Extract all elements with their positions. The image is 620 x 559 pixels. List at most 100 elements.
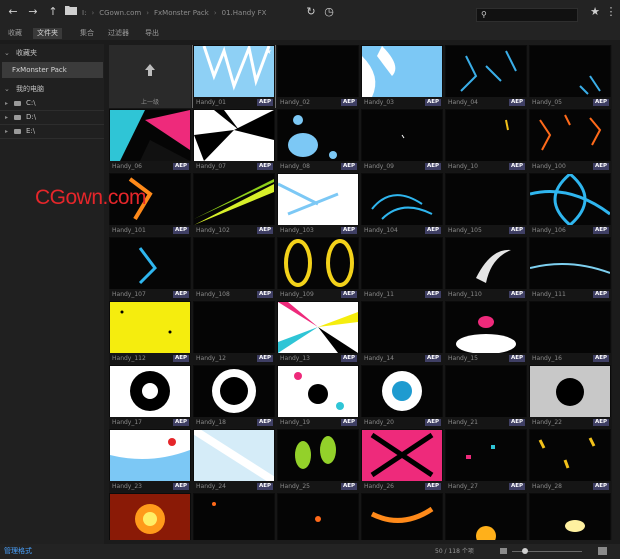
parent-folder-cell[interactable]: 上一级 [109,45,191,108]
thumbnail-caption: Handy_27 AEP [445,481,527,492]
computer-section-header[interactable]: ⌄ 我的电脑 [0,82,104,96]
asset-thumbnail[interactable]: Handy_103 AEP [276,172,360,237]
asset-thumbnail[interactable]: Handy_19 AEP [276,364,360,429]
tab-favorites[interactable]: 收藏 [4,28,26,39]
asset-thumbnail[interactable] [109,492,192,540]
drive-label: C:\ [26,99,36,107]
asset-thumbnail[interactable]: Handy_21 AEP [444,364,528,429]
asset-name: Handy_06 [112,163,142,170]
aep-badge: AEP [340,163,357,170]
asset-thumbnail[interactable]: Handy_22 AEP [528,364,612,429]
asset-thumbnail[interactable]: Handy_26 AEP [360,428,444,493]
star-icon[interactable]: ★ [588,5,602,19]
asset-thumbnail[interactable]: Handy_09 AEP [360,108,444,173]
asset-thumbnail[interactable]: Handy_100 AEP [528,108,612,173]
refresh-icon[interactable]: ↻ [304,5,318,19]
asset-thumbnail[interactable]: Handy_27 AEP [444,428,528,493]
thumbnail-caption: Handy_03 AEP [361,97,443,108]
asset-thumbnail[interactable]: Handy_111 AEP [528,236,612,301]
asset-thumbnail[interactable]: Handy_06 AEP [109,108,192,173]
breadcrumb-item[interactable]: FxMonster Pack [154,9,209,17]
asset-name: Handy_09 [364,163,394,170]
asset-thumbnail[interactable]: Handy_28 AEP [528,428,612,493]
aep-badge: AEP [172,227,189,234]
tab-export[interactable]: 导出 [141,28,163,39]
breadcrumb-item[interactable]: 01.Handy FX [222,9,267,17]
back-arrow-icon[interactable]: ← [6,5,20,19]
recent-clock-icon[interactable]: ◷ [322,5,336,19]
thumbnail-caption: Handy_25 AEP [277,481,359,492]
drive-item-d[interactable]: ▸ D:\ [0,111,104,125]
asset-thumbnail[interactable]: Handy_03 AEP [360,45,444,109]
thumbnail-image [194,238,274,289]
asset-thumbnail[interactable]: Handy_109 AEP [276,236,360,301]
asset-thumbnail[interactable]: ★ Handy_01 AEP [192,45,276,109]
asset-thumbnail[interactable]: Handy_23 AEP [109,428,192,493]
favorite-item-fxmonster[interactable]: FxMonster Pack [2,62,103,78]
asset-name: Handy_102 [196,227,230,234]
breadcrumb-item[interactable]: I: [82,9,86,17]
asset-thumbnail[interactable]: Handy_25 AEP [276,428,360,493]
manage-formats-link[interactable]: 管理格式 [4,547,32,556]
forward-arrow-icon[interactable]: → [26,5,40,19]
asset-name: Handy_101 [112,227,146,234]
asset-thumbnail[interactable]: Handy_14 AEP [360,300,444,365]
expand-triangle-icon[interactable]: ▸ [5,111,8,124]
tab-filters[interactable]: 过滤器 [104,28,133,39]
asset-thumbnail[interactable]: Handy_15 AEP [444,300,528,365]
breadcrumb-item[interactable]: CGown.com [99,9,141,17]
asset-thumbnail[interactable] [444,492,528,540]
sidebar: ⌄ 收藏夹 FxMonster Pack ⌄ 我的电脑 ▸ C:\ ▸ D:\ … [0,44,104,544]
asset-thumbnail[interactable] [192,492,276,540]
asset-thumbnail[interactable]: Handy_112 AEP [109,300,192,365]
drive-item-e[interactable]: ▸ E:\ [0,125,104,139]
asset-thumbnail[interactable]: Handy_11 AEP [360,236,444,301]
asset-thumbnail[interactable]: Handy_104 AEP [360,172,444,237]
drive-item-c[interactable]: ▸ C:\ [0,97,104,111]
aep-badge: AEP [424,99,441,106]
folder-icon[interactable] [64,5,78,19]
asset-thumbnail[interactable]: Handy_110 AEP [444,236,528,301]
more-menu-icon[interactable]: ⋮ [604,5,618,19]
asset-thumbnail[interactable]: Handy_106 AEP [528,172,612,237]
slider-handle[interactable] [522,548,528,554]
asset-thumbnail[interactable]: Handy_13 AEP [276,300,360,365]
search-input[interactable]: ⚲ [476,8,578,22]
asset-thumbnail[interactable]: Handy_20 AEP [360,364,444,429]
asset-thumbnail[interactable]: Handy_12 AEP [192,300,276,365]
aep-badge: AEP [424,163,441,170]
asset-thumbnail[interactable]: Handy_24 AEP [192,428,276,493]
expand-triangle-icon[interactable]: ▸ [5,97,8,110]
asset-thumbnail[interactable]: Handy_04 AEP [444,45,528,109]
aep-badge: AEP [172,483,189,490]
asset-thumbnail[interactable]: Handy_108 AEP [192,236,276,301]
expand-triangle-icon[interactable]: ▸ [5,125,8,138]
asset-name: Handy_24 [196,483,226,490]
aep-badge: AEP [340,291,357,298]
favorite-star-icon[interactable]: ★ [265,47,272,56]
asset-thumbnail[interactable] [276,492,360,540]
thumbnail-caption: Handy_110 AEP [445,289,527,300]
asset-thumbnail[interactable]: Handy_10 AEP [444,108,528,173]
tab-folders[interactable]: 文件夹 [33,28,62,39]
small-thumbnails-icon[interactable] [500,548,507,554]
tab-collections[interactable]: 集合 [76,28,98,39]
asset-thumbnail[interactable] [360,492,444,540]
asset-thumbnail[interactable]: Handy_107 AEP [109,236,192,301]
asset-thumbnail[interactable] [528,492,612,540]
large-thumbnails-icon[interactable] [598,547,607,555]
asset-thumbnail[interactable]: Handy_02 AEP [276,45,360,109]
asset-thumbnail[interactable]: Handy_05 AEP [528,45,612,109]
watermark-text: CGown.com [35,186,147,209]
asset-thumbnail[interactable]: Handy_07 AEP [192,108,276,173]
asset-thumbnail[interactable]: Handy_18 AEP [192,364,276,429]
asset-thumbnail[interactable]: Handy_08 AEP [276,108,360,173]
up-arrow-icon[interactable]: ↑ [46,5,60,19]
asset-thumbnail[interactable]: Handy_105 AEP [444,172,528,237]
thumbnail-image [110,302,190,353]
asset-thumbnail[interactable]: Handy_17 AEP [109,364,192,429]
asset-thumbnail[interactable]: Handy_102 AEP [192,172,276,237]
asset-thumbnail[interactable]: Handy_16 AEP [528,300,612,365]
asset-name: Handy_08 [280,163,310,170]
favorites-section-header[interactable]: ⌄ 收藏夹 [0,46,104,60]
